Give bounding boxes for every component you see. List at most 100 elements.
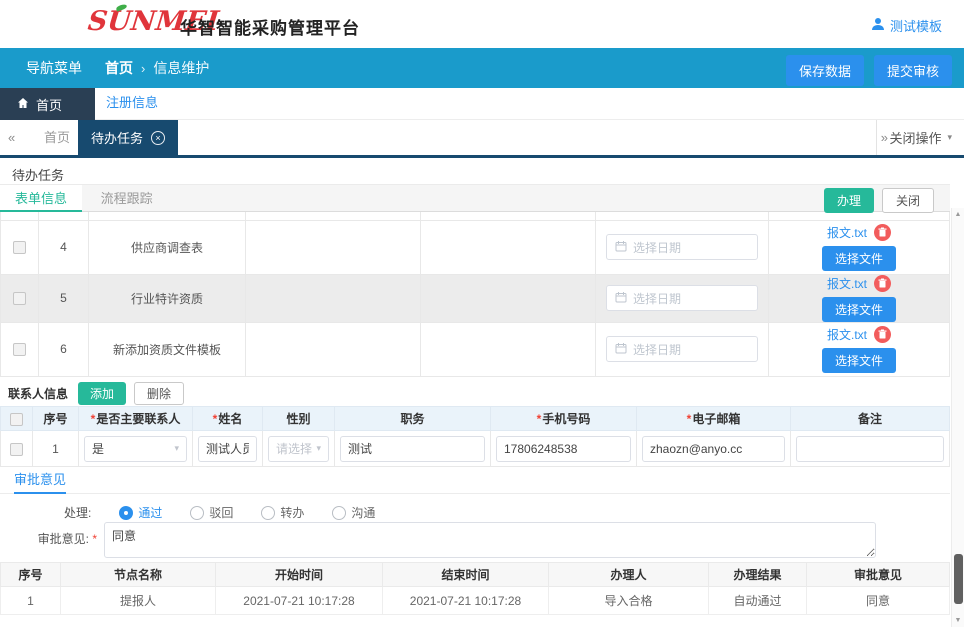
phone-input[interactable]	[496, 436, 631, 462]
history-cell: 2021-07-21 10:17:28	[383, 587, 549, 615]
table-row: 5 行业特许资质 选择日期 报文.txt 选择文件	[1, 274, 950, 322]
breadcrumb: 首页 › 信息维护	[105, 48, 209, 88]
submit-review-button[interactable]: 提交审核	[874, 55, 952, 86]
required-mark: *	[92, 532, 97, 546]
tab-content: 待办任务 表单信息 流程跟踪 办理 关闭 4 供应商调查表 选择日期	[0, 158, 964, 627]
panel-actions: 办理 关闭	[824, 188, 934, 213]
row-checkbox[interactable]	[13, 343, 26, 356]
process-label: 处理:	[64, 504, 91, 521]
date-placeholder: 选择日期	[633, 341, 681, 358]
app-window: SUNMEI 华智智能采购管理平台 测试模板 导航菜单 首页 › 信息维护 保存…	[0, 0, 964, 627]
scroll-up-icon[interactable]: ▲	[952, 211, 964, 218]
primary-contact-value: 是	[92, 440, 104, 457]
choose-file-button[interactable]: 选择文件	[822, 348, 896, 373]
contact-row: 1 是 ▾ 请选择 ▾	[1, 431, 950, 467]
delete-file-button[interactable]	[874, 275, 891, 292]
col-header-gender: 性别	[263, 407, 335, 431]
col-header: 节点名称	[61, 563, 216, 587]
sidebar-item-home[interactable]: 首页	[0, 88, 95, 120]
save-data-button[interactable]: 保存数据	[786, 55, 864, 86]
radio-communicate[interactable]: 沟通	[332, 504, 375, 521]
radio-transfer-label: 转办	[280, 504, 304, 521]
file-template-name: 供应商调查表	[89, 220, 246, 274]
row-checkbox[interactable]	[13, 241, 26, 254]
chevron-down-icon: ▾	[316, 443, 321, 454]
main-navbar: 导航菜单 首页 › 信息维护 保存数据 提交审核	[0, 48, 964, 88]
tabs-scroll-left-icon[interactable]: «	[8, 120, 15, 155]
row-checkbox[interactable]	[13, 292, 26, 305]
contacts-header-row: 序号 *是否主要联系人 *姓名 性别 职务 *手机号码 *电子邮箱 备注	[1, 407, 950, 431]
approval-opinion-textarea[interactable]: 同意	[104, 522, 876, 558]
approval-section-title[interactable]: 审批意见	[14, 468, 66, 494]
panel-title: 待办任务	[12, 165, 64, 184]
col-header-job: 职务	[335, 407, 491, 431]
tab-form-info[interactable]: 表单信息	[0, 185, 82, 212]
handle-button[interactable]: 办理	[824, 188, 874, 213]
remark-input[interactable]	[796, 436, 944, 462]
close-tab-icon[interactable]: ×	[151, 131, 165, 145]
radio-communicate-label: 沟通	[351, 504, 375, 521]
radio-icon	[261, 506, 275, 520]
calendar-icon	[615, 291, 627, 306]
file-template-name: 新添加资质文件模板	[89, 322, 246, 376]
radio-reject[interactable]: 驳回	[190, 504, 233, 521]
file-link[interactable]: 报文.txt	[827, 275, 867, 292]
add-contact-button[interactable]: 添加	[78, 382, 126, 405]
scroll-down-icon[interactable]: ▼	[952, 617, 964, 624]
breadcrumb-current: 信息维护	[153, 58, 209, 78]
gender-placeholder: 请选择	[276, 440, 312, 457]
row-index: 5	[39, 274, 89, 322]
nav-menu-toggle[interactable]: 导航菜单	[26, 48, 82, 88]
col-header: 结束时间	[383, 563, 549, 587]
date-picker-input[interactable]: 选择日期	[606, 336, 758, 362]
user-menu[interactable]: 测试模板	[871, 16, 942, 35]
primary-contact-select[interactable]: 是 ▾	[84, 436, 187, 462]
history-cell: 自动通过	[709, 587, 807, 615]
radio-approve[interactable]: 通过	[119, 504, 162, 521]
calendar-icon	[615, 342, 627, 357]
required-mark: *	[91, 412, 96, 426]
select-all-checkbox[interactable]	[10, 413, 23, 426]
date-picker-input[interactable]: 选择日期	[606, 285, 758, 311]
close-operations-dropdown[interactable]: 关闭操作 ▾	[876, 120, 958, 155]
history-cell: 1	[1, 587, 61, 615]
contact-name-input[interactable]	[198, 436, 257, 462]
vertical-scrollbar[interactable]: ▲ ▼	[951, 208, 964, 627]
date-placeholder: 选择日期	[633, 239, 681, 256]
process-options: 处理: 通过 驳回 转办 沟通	[64, 504, 375, 521]
calendar-icon	[615, 240, 627, 255]
col-header-remark: 备注	[791, 407, 950, 431]
file-template-name: 行业特许资质	[89, 274, 246, 322]
file-link[interactable]: 报文.txt	[827, 326, 867, 343]
row-checkbox[interactable]	[10, 443, 23, 456]
history-row: 1 提报人 2021-07-21 10:17:28 2021-07-21 10:…	[1, 587, 950, 615]
history-cell: 同意	[807, 587, 950, 615]
register-info-link[interactable]: 注册信息	[106, 88, 158, 120]
choose-file-button[interactable]: 选择文件	[822, 246, 896, 271]
col-header-primary: *是否主要联系人	[79, 407, 193, 431]
app-title: 华智智能采购管理平台	[180, 14, 360, 39]
col-header: 序号	[1, 563, 61, 587]
file-link[interactable]: 报文.txt	[827, 224, 867, 241]
job-title-input[interactable]	[340, 436, 485, 462]
delete-file-button[interactable]	[874, 326, 891, 343]
tab-flow-track[interactable]: 流程跟踪	[86, 185, 168, 212]
delete-contact-button[interactable]: 删除	[134, 382, 184, 405]
scrollbar-thumb[interactable]	[954, 554, 963, 604]
opinion-label-wrap: 审批意见: *	[0, 530, 98, 547]
required-mark: *	[213, 412, 218, 426]
choose-file-button[interactable]: 选择文件	[822, 297, 896, 322]
email-input[interactable]	[642, 436, 785, 462]
opinion-label: 审批意见:	[38, 532, 89, 546]
gender-select[interactable]: 请选择 ▾	[268, 436, 329, 462]
required-mark: *	[537, 412, 542, 426]
breadcrumb-home[interactable]: 首页	[105, 58, 133, 78]
uploaded-file: 报文.txt	[769, 275, 949, 292]
radio-transfer[interactable]: 转办	[261, 504, 304, 521]
history-cell: 2021-07-21 10:17:28	[216, 587, 383, 615]
close-button[interactable]: 关闭	[882, 188, 934, 213]
tab-todo-active[interactable]: 待办任务 ×	[78, 120, 178, 155]
delete-file-button[interactable]	[874, 224, 891, 241]
date-picker-input[interactable]: 选择日期	[606, 234, 758, 260]
close-operations-label: 关闭操作	[889, 128, 941, 147]
